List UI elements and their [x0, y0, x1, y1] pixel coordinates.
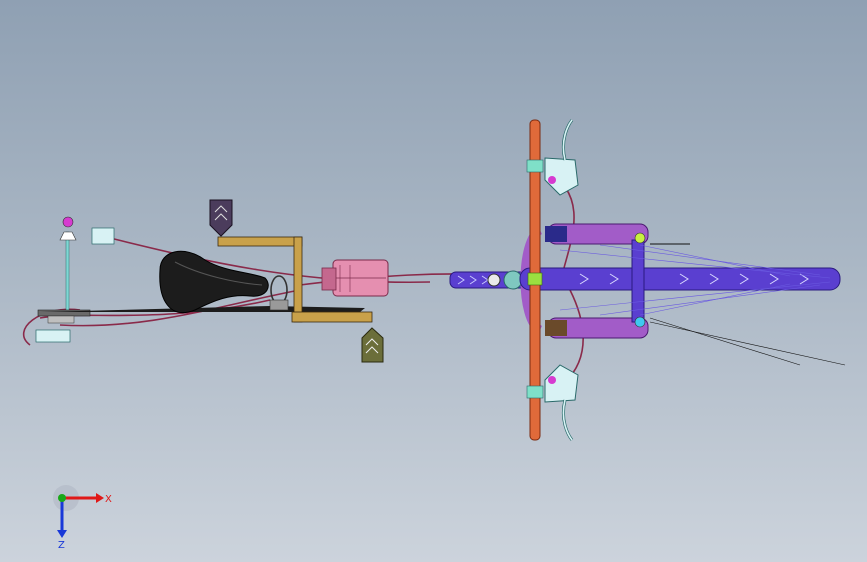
y-axis-icon [58, 494, 66, 502]
z-axis-label: Z [58, 540, 65, 548]
cad-viewport[interactable]: X Z [0, 0, 867, 562]
brake-lever-top[interactable] [544, 119, 579, 196]
pedal-right[interactable] [361, 327, 384, 363]
brake-lever-bottom[interactable] [544, 364, 579, 441]
front-fork[interactable] [519, 223, 841, 339]
pedal-left[interactable] [209, 199, 233, 237]
x-axis-label: X [105, 494, 112, 505]
rear-wheel-assembly[interactable] [35, 216, 115, 343]
frame-downtube[interactable] [449, 270, 531, 290]
handlebar[interactable] [526, 119, 544, 441]
motor-unit[interactable] [321, 259, 389, 297]
coordinate-triad-icon: X Z [53, 485, 112, 548]
bicycle-model[interactable] [0, 0, 867, 562]
saddle[interactable] [159, 250, 289, 313]
front-spokes [559, 244, 846, 366]
